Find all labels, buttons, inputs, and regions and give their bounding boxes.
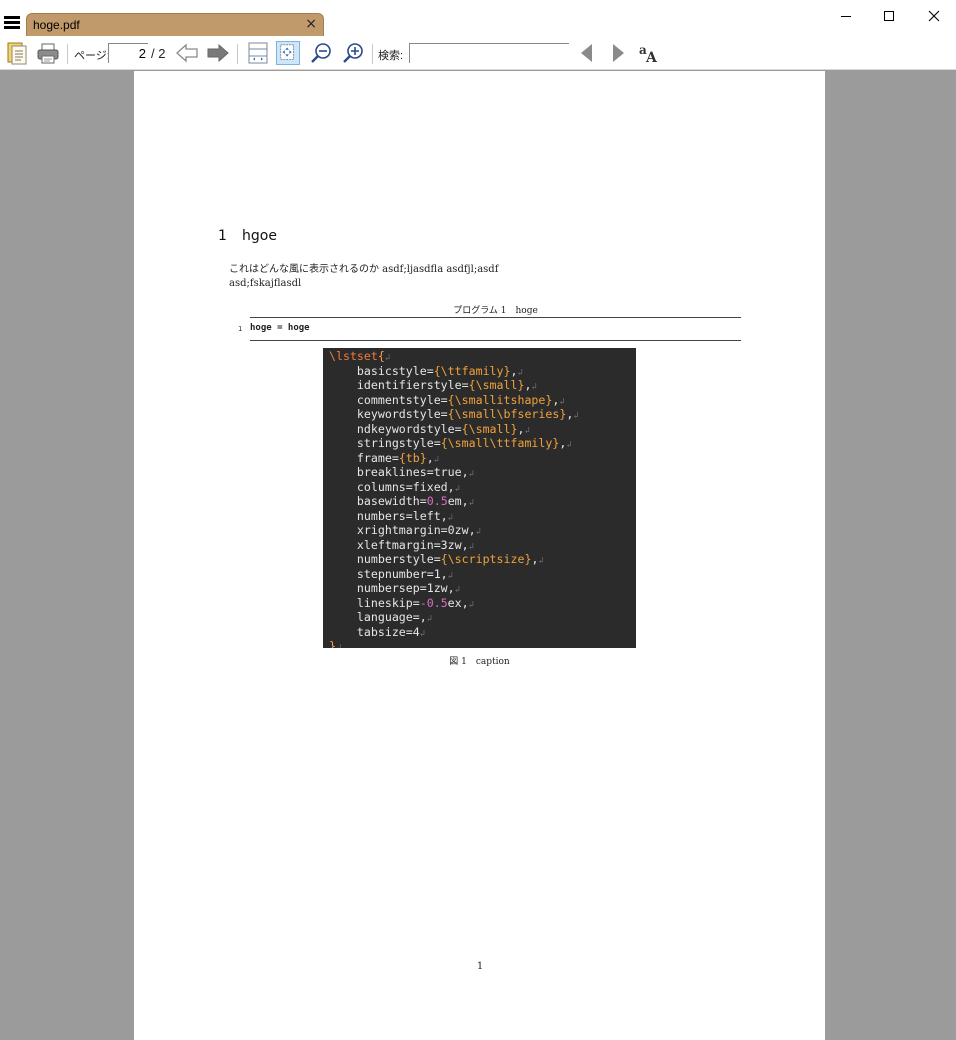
code-image-line: identifierstyle={\small},↲ xyxy=(329,378,537,392)
listing-code: hoge = hoge xyxy=(250,323,310,333)
code-image-line: keywordstyle={\small\bfseries},↲ xyxy=(329,407,579,421)
title-bar: hoge.pdf × xyxy=(0,0,956,38)
paragraph-line: asd;fskajflasdl xyxy=(229,278,302,289)
document-tab[interactable]: hoge.pdf × xyxy=(26,13,324,36)
search-input[interactable] xyxy=(409,43,569,63)
find-next-icon[interactable] xyxy=(606,41,630,65)
zoom-in-icon[interactable] xyxy=(341,41,365,65)
toolbar: ページ: / 2 検索: xyxy=(0,38,956,70)
listing-caption: プログラム 1 hoge xyxy=(453,306,538,316)
document-viewer[interactable]: 1 hgoe これはどんな風に表示されるのか asdf;ljasdfla asd… xyxy=(0,71,956,1040)
code-image-line: tabsize=4↲ xyxy=(329,624,426,639)
code-image-text: \lstset{↲ basicstyle={\ttfamily},↲ ident… xyxy=(329,349,579,648)
maximize-icon xyxy=(884,11,894,21)
hamburger-menu-icon[interactable] xyxy=(4,16,20,30)
fit-width-icon[interactable] xyxy=(246,41,270,65)
code-image-line: basicstyle={\ttfamily},↲ xyxy=(329,363,523,378)
code-image-line: \lstset{↲ xyxy=(329,349,391,363)
code-image-line: frame={tb},↲ xyxy=(329,450,440,465)
next-page-icon[interactable] xyxy=(206,41,230,65)
toolbar-separator xyxy=(237,44,238,64)
code-image-line: stepnumber=1,↲ xyxy=(329,566,454,581)
print-icon[interactable] xyxy=(36,41,60,65)
maximize-button[interactable] xyxy=(869,3,909,29)
page-total: / 2 xyxy=(151,46,166,61)
code-image-line: basewidth=0.5em,↲ xyxy=(329,494,475,508)
pdf-page: 1 hgoe これはどんな風に表示されるのか asdf;ljasdfla asd… xyxy=(134,71,825,1040)
code-image-line: xleftmargin=3zw,↲ xyxy=(329,537,475,552)
fit-page-icon xyxy=(280,44,294,60)
bookmarks-icon[interactable] xyxy=(5,41,29,65)
minimize-icon xyxy=(841,15,851,17)
listing-bottom-rule xyxy=(250,340,741,341)
search-label: 検索: xyxy=(378,50,404,62)
code-image-line: columns=fixed,↲ xyxy=(329,479,461,494)
paragraph-line: これはどんな風に表示されるのか asdf;ljasdfla asdfjl;asd… xyxy=(229,264,499,275)
close-window-button[interactable] xyxy=(914,3,954,29)
prev-page-icon[interactable] xyxy=(175,41,199,65)
fit-page-button[interactable] xyxy=(276,41,300,65)
tab-title: hoge.pdf xyxy=(33,18,80,32)
code-image-line: xrightmargin=0zw,↲ xyxy=(329,523,482,537)
match-case-icon[interactable]: a A xyxy=(637,41,661,65)
close-icon xyxy=(928,10,940,22)
code-image-line: numberstyle={\scriptsize},↲ xyxy=(329,552,544,566)
code-image-line: commentstyle={\smallitshape},↲ xyxy=(329,392,565,407)
code-image-line: numbers=left,↲ xyxy=(329,508,454,523)
code-image-line: ndkeywordstyle={\small},↲ xyxy=(329,421,530,436)
minimize-button[interactable] xyxy=(826,3,866,29)
toolbar-separator xyxy=(372,44,373,64)
tab-close-icon[interactable]: × xyxy=(305,16,317,32)
code-image-line: stringstyle={\small\ttfamily},↲ xyxy=(329,436,572,450)
code-screenshot-image: \lstset{↲ basicstyle={\ttfamily},↲ ident… xyxy=(323,348,636,648)
svg-text:A: A xyxy=(645,50,658,65)
code-image-line: breaklines=true,↲ xyxy=(329,465,475,479)
code-image-line: numbersep=1zw,↲ xyxy=(329,581,461,595)
code-image-line: }↲ xyxy=(329,639,342,648)
section-title: hgoe xyxy=(242,228,277,244)
listing-top-rule xyxy=(250,317,741,318)
page-number-input[interactable] xyxy=(108,43,148,63)
page-label: ページ: xyxy=(74,50,110,62)
code-image-line: lineskip=-0.5ex,↲ xyxy=(329,595,475,610)
section-number: 1 xyxy=(218,228,227,244)
listing-line-number: 1 xyxy=(238,325,243,333)
page-number: 1 xyxy=(476,961,484,972)
code-image-line: language=,↲ xyxy=(329,610,433,624)
figure-caption: 図 1 caption xyxy=(449,657,510,667)
toolbar-separator xyxy=(67,44,68,64)
zoom-out-icon[interactable] xyxy=(309,41,333,65)
find-prev-icon[interactable] xyxy=(575,41,599,65)
